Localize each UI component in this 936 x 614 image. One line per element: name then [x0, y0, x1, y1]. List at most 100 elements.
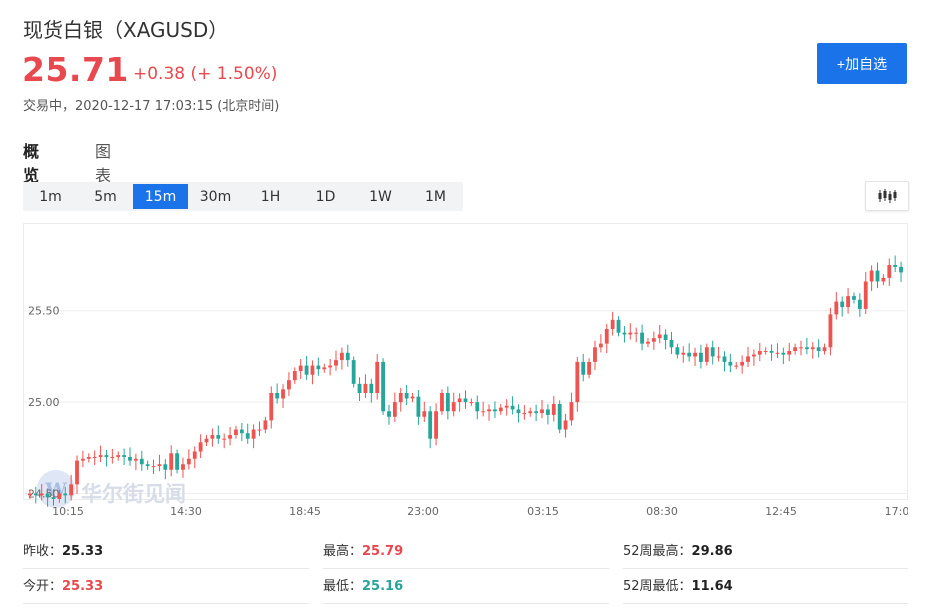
candle — [657, 324, 662, 344]
interval-15m[interactable]: 15m — [133, 184, 188, 209]
candle-body — [628, 332, 633, 335]
candle — [787, 342, 792, 362]
candle-body — [363, 383, 368, 393]
stat-52w-high: 52周最高：29.86 — [623, 540, 908, 569]
candle — [828, 307, 833, 356]
interval-1h[interactable]: 1H — [243, 184, 298, 209]
candle — [145, 460, 150, 470]
candle-body — [734, 365, 739, 367]
interval-30m[interactable]: 30m — [188, 184, 243, 209]
candle-body — [746, 356, 750, 362]
candle-body — [133, 458, 138, 461]
candle — [493, 401, 497, 418]
candle — [440, 389, 444, 415]
candle-body — [869, 270, 874, 282]
candle — [751, 349, 756, 366]
candle — [369, 378, 374, 403]
interval-1mo[interactable]: 1M — [408, 184, 463, 209]
candle — [281, 384, 285, 408]
candle — [239, 422, 244, 442]
candle — [740, 355, 745, 374]
candle — [410, 392, 415, 403]
interval-1m[interactable]: 1m — [23, 184, 78, 209]
candle-body — [534, 411, 539, 414]
candle — [469, 398, 474, 406]
candle-body — [204, 438, 209, 443]
candle — [769, 344, 774, 361]
candle — [598, 334, 603, 353]
candle — [781, 347, 786, 365]
candle-body — [57, 493, 62, 499]
candle-body — [651, 338, 656, 342]
candle — [628, 323, 633, 340]
candle-body — [875, 270, 880, 282]
candle-body — [216, 435, 221, 439]
candle — [139, 450, 144, 471]
x-tick-label: 17:0 — [885, 505, 908, 518]
x-tick-label: 18:45 — [289, 505, 321, 518]
candle-body — [622, 332, 627, 335]
candle — [510, 396, 515, 415]
candle — [351, 356, 356, 388]
candle-body — [593, 347, 597, 362]
price-chart[interactable]: W 华尔街见闻 25.5025.0024.50 10:15 14:30 18:45 2… — [23, 223, 908, 523]
candle-body — [357, 383, 362, 393]
candle — [722, 351, 727, 372]
candle-body — [416, 396, 421, 417]
candle — [640, 324, 644, 351]
x-axis-labels: 10:15 14:30 18:45 23:00 03:15 08:30 12:45 17:0 — [52, 505, 908, 518]
candle-body — [410, 396, 415, 399]
candle-body — [322, 367, 327, 370]
candle-body — [481, 411, 486, 413]
candle — [304, 356, 309, 380]
x-tick-label: 03:15 — [527, 505, 559, 518]
candle-body — [51, 497, 56, 499]
candle — [334, 350, 338, 371]
stat-label: 最低： — [323, 579, 363, 594]
y-tick-label: 25.00 — [28, 396, 60, 409]
current-price: 25.71 — [22, 50, 129, 89]
candle — [681, 346, 686, 363]
candle-body — [186, 458, 191, 465]
candle-body — [269, 392, 274, 421]
candle — [163, 459, 168, 480]
candle — [593, 340, 597, 370]
interval-5m[interactable]: 5m — [78, 184, 133, 209]
candle — [210, 428, 215, 447]
candle-body — [139, 458, 144, 465]
candle — [92, 450, 97, 466]
candle — [151, 459, 156, 475]
candle-body — [810, 347, 815, 350]
interval-1w[interactable]: 1W — [353, 184, 408, 209]
candle — [198, 434, 203, 459]
candle-body — [228, 435, 232, 439]
candle — [228, 426, 232, 446]
candle-body — [575, 361, 580, 403]
chart-type-button[interactable] — [865, 181, 909, 211]
candle-body — [86, 456, 91, 459]
candle-body — [28, 493, 32, 496]
candle-body — [298, 365, 303, 372]
candle — [816, 339, 821, 358]
stat-label: 昨收： — [23, 544, 63, 559]
candle-body — [157, 464, 162, 467]
candle-body — [510, 405, 515, 410]
candle-body — [404, 392, 409, 399]
candle-body — [163, 464, 168, 470]
candle — [857, 293, 862, 317]
candle-body — [287, 380, 291, 390]
candle — [557, 400, 562, 434]
candle — [345, 344, 350, 367]
candle — [610, 311, 615, 336]
candle-body — [687, 352, 692, 357]
candle — [186, 449, 191, 470]
candle — [646, 338, 650, 348]
candle-body — [210, 435, 215, 439]
candle — [622, 326, 627, 343]
candle-body — [122, 455, 127, 457]
interval-1d[interactable]: 1D — [298, 184, 353, 209]
add-watchlist-button[interactable]: +加自选 — [817, 43, 907, 84]
candle-body — [487, 409, 491, 412]
instrument-title: 现货白银（XAGUSD） — [23, 18, 229, 42]
candle-body — [281, 389, 285, 399]
